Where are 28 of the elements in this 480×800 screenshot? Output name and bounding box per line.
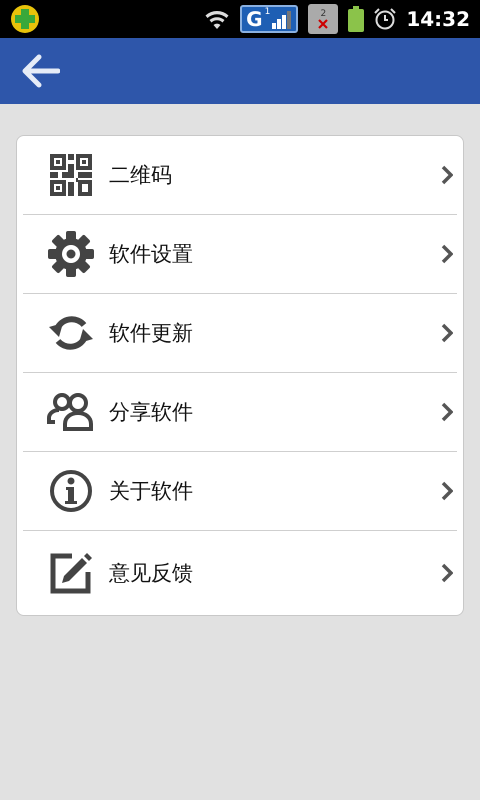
cross-icon	[318, 18, 328, 28]
menu-item[interactable]: 意见反馈	[23, 531, 457, 615]
menu-item[interactable]: 关于软件	[23, 452, 457, 531]
alarm-icon	[374, 8, 396, 30]
clock-time: 14:32	[406, 7, 470, 31]
menu-item[interactable]: 二维码	[23, 136, 457, 215]
sim-slot-number: 2	[320, 10, 326, 18]
chevron-icon	[441, 402, 453, 422]
battery-icon	[348, 6, 364, 32]
chevron-icon	[441, 165, 453, 185]
menu-item[interactable]: 软件设置	[23, 215, 457, 294]
sim-slot-number: 1	[264, 7, 270, 17]
back-button[interactable]	[20, 54, 60, 88]
chevron-icon	[441, 481, 453, 501]
gear-icon	[48, 231, 94, 277]
qr-code-icon	[50, 154, 92, 196]
chevron-icon	[441, 244, 453, 264]
app-logo-icon	[10, 4, 40, 34]
chevron-icon	[441, 563, 453, 583]
edit-icon	[50, 552, 92, 594]
network-type: G	[246, 9, 263, 29]
info-icon	[49, 469, 93, 513]
menu-item[interactable]: 软件更新	[23, 294, 457, 373]
people-icon	[47, 392, 95, 432]
wifi-icon	[204, 9, 230, 29]
signal-icon	[272, 9, 292, 29]
menu-item[interactable]: 分享软件	[23, 373, 457, 452]
chevron-icon	[441, 323, 453, 343]
